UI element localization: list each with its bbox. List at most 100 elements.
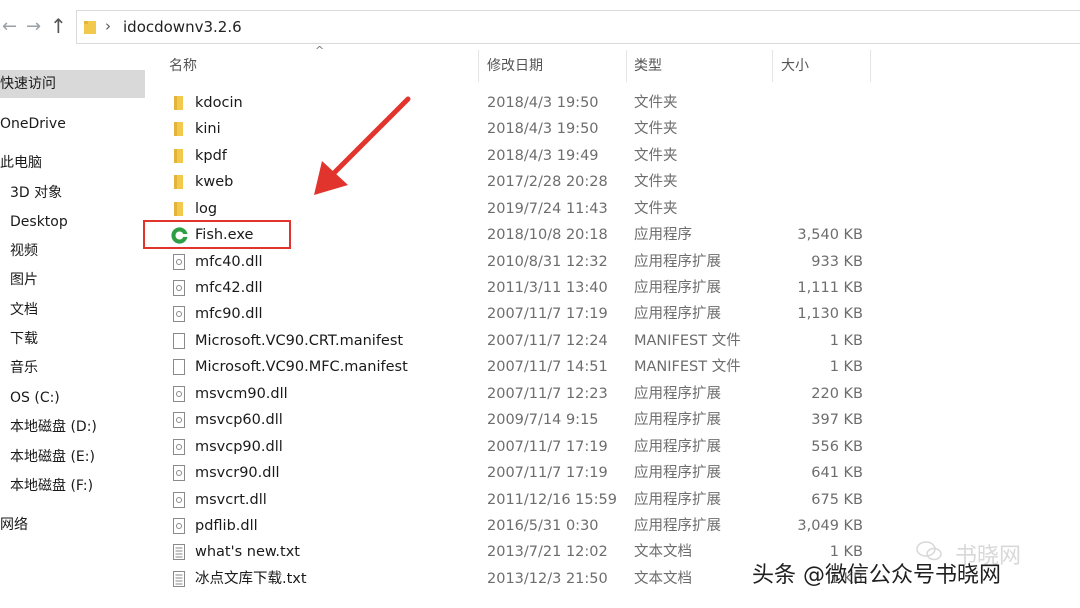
- list-item[interactable]: msvcp60.dll 2009/7/14 9:15 应用程序扩展 397 KB: [165, 407, 885, 433]
- list-item[interactable]: msvcm90.dll 2007/11/7 12:23 应用程序扩展 220 K…: [165, 381, 885, 407]
- file-size: 1 KB: [829, 333, 863, 349]
- video-icon: [0, 245, 8, 257]
- download-icon: [0, 333, 8, 345]
- sort-ascending-icon: ^: [315, 44, 325, 57]
- sidebar-item-label: Desktop: [10, 214, 68, 230]
- file-name: msvcm90.dll: [195, 386, 288, 402]
- address-bar[interactable]: › idocdownv3.2.6: [76, 10, 1080, 44]
- list-item[interactable]: Microsoft.VC90.MFC.manifest 2007/11/7 14…: [165, 354, 885, 380]
- sidebar-item-drive-c[interactable]: OS (C:): [0, 384, 145, 412]
- sidebar-item-label: 本地磁盘 (F:): [10, 478, 94, 494]
- file-name: mfc40.dll: [195, 254, 263, 270]
- file-size: 1,130 KB: [797, 306, 863, 322]
- column-divider[interactable]: [626, 50, 627, 82]
- list-item[interactable]: mfc90.dll 2007/11/7 17:19 应用程序扩展 1,130 K…: [165, 301, 885, 327]
- file-type: 应用程序扩展: [634, 439, 721, 455]
- sidebar-item-music[interactable]: 音乐: [0, 354, 145, 382]
- file-name: log: [195, 201, 218, 217]
- file-date: 2018/10/8 20:18: [487, 227, 608, 243]
- folder-icon: [174, 202, 183, 216]
- list-item[interactable]: Microsoft.VC90.CRT.manifest 2007/11/7 12…: [165, 328, 885, 354]
- file-name: kweb: [195, 174, 234, 190]
- sidebar-item-downloads[interactable]: 下载: [0, 325, 145, 353]
- back-arrow-icon[interactable]: ←: [2, 16, 17, 37]
- list-item[interactable]: kweb 2017/2/28 20:28 文件夹: [165, 169, 885, 195]
- sidebar-item-drive-e[interactable]: 本地磁盘 (E:): [0, 443, 145, 471]
- file-date: 2007/11/7 17:19: [487, 306, 608, 322]
- file-type: 文件夹: [634, 201, 678, 217]
- list-item[interactable]: mfc42.dll 2011/3/11 13:40 应用程序扩展 1,111 K…: [165, 275, 885, 301]
- dll-file-icon: [173, 492, 185, 508]
- sidebar-item-drive-f[interactable]: 本地磁盘 (F:): [0, 472, 145, 500]
- forward-arrow-icon[interactable]: →: [26, 16, 41, 37]
- file-date: 2009/7/14 9:15: [487, 412, 599, 428]
- up-arrow-icon[interactable]: ↑: [50, 14, 67, 38]
- pictures-icon: [0, 274, 8, 286]
- file-name: 冰点文库下载.txt: [195, 571, 307, 587]
- file-type: 文件夹: [634, 95, 678, 111]
- column-header-type[interactable]: 类型: [634, 50, 662, 82]
- list-item[interactable]: msvcp90.dll 2007/11/7 17:19 应用程序扩展 556 K…: [165, 434, 885, 460]
- sidebar-item-this-pc[interactable]: 此电脑: [0, 149, 145, 177]
- file-name: Microsoft.VC90.MFC.manifest: [195, 359, 408, 375]
- file-date: 2007/11/7 12:23: [487, 386, 608, 402]
- sidebar-item-onedrive[interactable]: OneDrive: [0, 110, 145, 138]
- file-date: 2018/4/3 19:49: [487, 148, 599, 164]
- column-divider[interactable]: [478, 50, 479, 82]
- file-type: 应用程序: [634, 227, 692, 243]
- column-header-date[interactable]: 修改日期: [487, 50, 543, 82]
- file-date: 2013/7/21 12:02: [487, 544, 608, 560]
- dll-file-icon: [173, 254, 185, 270]
- column-header-size[interactable]: 大小: [781, 50, 809, 82]
- file-size: 220 KB: [811, 386, 863, 402]
- file-type: MANIFEST 文件: [634, 359, 741, 375]
- blank-file-icon: [173, 333, 185, 349]
- file-name: Microsoft.VC90.CRT.manifest: [195, 333, 404, 349]
- sidebar-item-network[interactable]: 网络: [0, 511, 145, 539]
- sidebar-item-documents[interactable]: 文档: [0, 296, 145, 324]
- list-item[interactable]: msvcr90.dll 2007/11/7 17:19 应用程序扩展 641 K…: [165, 460, 885, 486]
- file-name: mfc42.dll: [195, 280, 263, 296]
- file-size: 397 KB: [811, 412, 863, 428]
- file-type: 应用程序扩展: [634, 465, 721, 481]
- sidebar-item-quick-access[interactable]: 快速访问: [0, 70, 145, 98]
- sidebar-item-3d-objects[interactable]: 3D 对象: [0, 179, 145, 207]
- list-item[interactable]: kpdf 2018/4/3 19:49 文件夹: [165, 143, 885, 169]
- file-name: mfc90.dll: [195, 306, 263, 322]
- file-name: kdocin: [195, 95, 243, 111]
- list-item[interactable]: log 2019/7/24 11:43 文件夹: [165, 196, 885, 222]
- file-type: 应用程序扩展: [634, 412, 721, 428]
- dll-file-icon: [173, 280, 185, 296]
- sidebar-item-desktop[interactable]: Desktop: [0, 208, 145, 236]
- sidebar-item-label: 快速访问: [0, 76, 56, 92]
- sidebar-item-videos[interactable]: 视频: [0, 237, 145, 265]
- file-name: msvcrt.dll: [195, 492, 267, 508]
- sidebar-item-drive-d[interactable]: 本地磁盘 (D:): [0, 413, 145, 441]
- sidebar-item-label: OneDrive: [0, 116, 66, 132]
- address-path-segment[interactable]: idocdownv3.2.6: [123, 18, 242, 36]
- file-size: 1 KB: [829, 359, 863, 375]
- sidebar-item-label: 视频: [10, 243, 38, 259]
- file-size: 3,049 KB: [797, 518, 863, 534]
- column-divider[interactable]: [870, 50, 871, 82]
- file-type: 应用程序扩展: [634, 306, 721, 322]
- list-item[interactable]: kdocin 2018/4/3 19:50 文件夹: [165, 90, 885, 116]
- file-type: MANIFEST 文件: [634, 333, 741, 349]
- column-divider[interactable]: [772, 50, 773, 82]
- file-name: kini: [195, 121, 221, 137]
- file-date: 2018/4/3 19:50: [487, 95, 599, 111]
- list-item[interactable]: mfc40.dll 2010/8/31 12:32 应用程序扩展 933 KB: [165, 249, 885, 275]
- list-item[interactable]: msvcrt.dll 2011/12/16 15:59 应用程序扩展 675 K…: [165, 487, 885, 513]
- file-name: msvcp60.dll: [195, 412, 283, 428]
- list-item[interactable]: pdflib.dll 2016/5/31 0:30 应用程序扩展 3,049 K…: [165, 513, 885, 539]
- text-file-icon: [173, 571, 185, 587]
- file-date: 2013/12/3 21:50: [487, 571, 608, 587]
- list-item[interactable]: kini 2018/4/3 19:50 文件夹: [165, 116, 885, 142]
- sidebar-item-pictures[interactable]: 图片: [0, 266, 145, 294]
- file-type: 应用程序扩展: [634, 280, 721, 296]
- column-header-name[interactable]: 名称: [169, 50, 197, 82]
- chevron-right-icon[interactable]: ›: [105, 17, 111, 35]
- file-name: msvcp90.dll: [195, 439, 283, 455]
- watermark-text: 头条 @微信公众号书晓网: [752, 563, 1001, 588]
- file-date: 2016/5/31 0:30: [487, 518, 599, 534]
